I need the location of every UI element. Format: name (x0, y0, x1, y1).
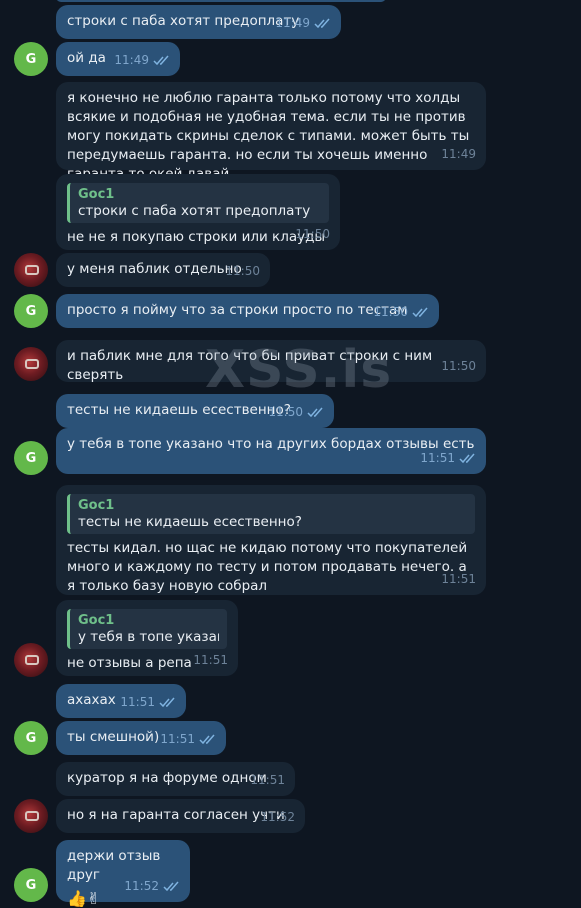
message-bubble[interactable]: строки с паба хотят предоплату 11:49 (56, 5, 341, 39)
message-time: 11:49 (114, 53, 149, 67)
avatar[interactable] (14, 799, 48, 833)
message-meta: 11:51 (250, 771, 285, 790)
quote-author: Goc1 (78, 613, 115, 628)
message-meta: 11:50 (373, 303, 429, 322)
quote-text: у тебя в топе указано... (78, 629, 219, 645)
avatar[interactable] (14, 347, 48, 381)
avatar[interactable]: G (14, 441, 48, 475)
message-text: не не я покупаю строки или клауды (67, 229, 326, 245)
avatar[interactable]: G (14, 868, 48, 902)
reply-quote[interactable]: Goc1 строки с паба хотят предоплату (67, 183, 329, 223)
double-check-icon (199, 734, 215, 745)
message-time: 11:50 (441, 359, 476, 373)
avatar[interactable] (14, 253, 48, 287)
message-bubble[interactable]: ой да 11:49 (56, 42, 180, 76)
quote-text: строки с паба хотят предоплату (78, 203, 311, 219)
message-text: просто я пойму что за строки просто по т… (67, 302, 408, 318)
double-check-icon (153, 55, 169, 66)
message-meta: 11:52 (124, 877, 180, 896)
message-time: 11:51 (193, 653, 228, 667)
double-check-icon (163, 881, 179, 892)
message-text: ой да (67, 50, 106, 66)
message-text: ты смешной) (67, 729, 160, 745)
message-bubble[interactable]: куратор я на форуме одном 11:51 (56, 762, 295, 796)
message-bubble[interactable]: но я на гаранта согласен учти 11:52 (56, 799, 305, 833)
message-time: 11:51 (160, 732, 195, 746)
message-text: у меня паблик отдельно (67, 261, 242, 277)
double-check-icon (307, 407, 323, 418)
message-meta: 11:50 (268, 403, 324, 422)
avatar[interactable]: G (14, 42, 48, 76)
message-time: 11:49 (441, 147, 476, 161)
message-meta: 11:50 (225, 262, 260, 281)
message-time: 11:51 (441, 572, 476, 586)
message-bubble[interactable]: у тебя в топе указано что на других борд… (56, 428, 486, 474)
message-bubble[interactable]: Goc1 у тебя в топе указано... не отзывы … (56, 600, 238, 676)
reply-quote[interactable]: Goc1 тесты не кидаешь есественно? (67, 494, 475, 534)
message-meta: 11:50 (441, 357, 476, 376)
message-text: не отзывы а репа (67, 655, 192, 671)
message-bubble[interactable]: Goc1 тесты не кидаешь есественно? тесты … (56, 485, 486, 595)
message-bubble[interactable]: Goc1 строки с паба хотят предоплату не н… (56, 174, 340, 250)
double-check-icon (314, 18, 330, 29)
message-bubble[interactable]: я конечно не люблю гаранта только потому… (56, 82, 486, 182)
message-time: 11:50 (373, 305, 408, 319)
message-time: 11:49 (275, 16, 310, 30)
message-bubble[interactable]: держи отзыв друг 👍✌ 11:52 (56, 840, 190, 908)
message-time: 11:52 (124, 879, 159, 893)
watermark: XSS.is (205, 340, 393, 400)
message-text: тесты не кидаешь есественно? (67, 402, 291, 418)
message-time: 11:51 (250, 773, 285, 787)
double-check-icon (459, 453, 475, 464)
message-meta: 11:49 (441, 145, 476, 164)
message-time: 11:51 (420, 451, 455, 465)
message-time: 11:52 (260, 810, 295, 824)
message-meta: 11:51 (160, 730, 216, 749)
message-bubble[interactable]: ахахах 11:51 (56, 684, 186, 718)
message-bubble[interactable]: ты смешной) 11:51 (56, 721, 226, 755)
avatar[interactable] (14, 643, 48, 677)
message-text: у тебя в топе указано что на других борд… (67, 436, 475, 452)
message-text: тесты кидал. но щас не кидаю потому что … (67, 540, 472, 594)
message-meta: 11:49 (275, 14, 331, 33)
quote-author: Goc1 (78, 498, 115, 513)
message-meta: 11:52 (260, 808, 295, 827)
message-time: 11:50 (295, 227, 330, 241)
message-meta: 11:51 (420, 449, 476, 468)
message-text: но я на гаранта согласен учти (67, 807, 285, 823)
message-meta: 11:51 (120, 693, 176, 712)
quote-author: Goc1 (78, 187, 115, 202)
message-text: ахахах (67, 692, 116, 708)
message-bubble[interactable]: у меня паблик отдельно 11:50 (56, 253, 270, 287)
message-time: 11:50 (225, 264, 260, 278)
message-time: 11:50 (268, 405, 303, 419)
message-text: куратор я на форуме одном (67, 770, 267, 786)
message-meta: 11:50 (295, 225, 330, 244)
double-check-icon (159, 697, 175, 708)
avatar[interactable]: G (14, 294, 48, 328)
previous-message-edge (56, 0, 386, 2)
quote-text: тесты не кидаешь есественно? (78, 514, 302, 530)
message-text: я конечно не люблю гаранта только потому… (67, 90, 470, 182)
message-text: строки с паба хотят предоплату (67, 13, 300, 29)
message-time: 11:51 (120, 695, 155, 709)
message-meta: 11:51 (193, 651, 228, 670)
avatar[interactable]: G (14, 721, 48, 755)
message-bubble[interactable]: просто я пойму что за строки просто по т… (56, 294, 439, 328)
message-meta: 11:49 (114, 51, 170, 70)
message-meta: 11:51 (441, 570, 476, 589)
reply-quote[interactable]: Goc1 у тебя в топе указано... (67, 609, 227, 649)
double-check-icon (412, 307, 428, 318)
